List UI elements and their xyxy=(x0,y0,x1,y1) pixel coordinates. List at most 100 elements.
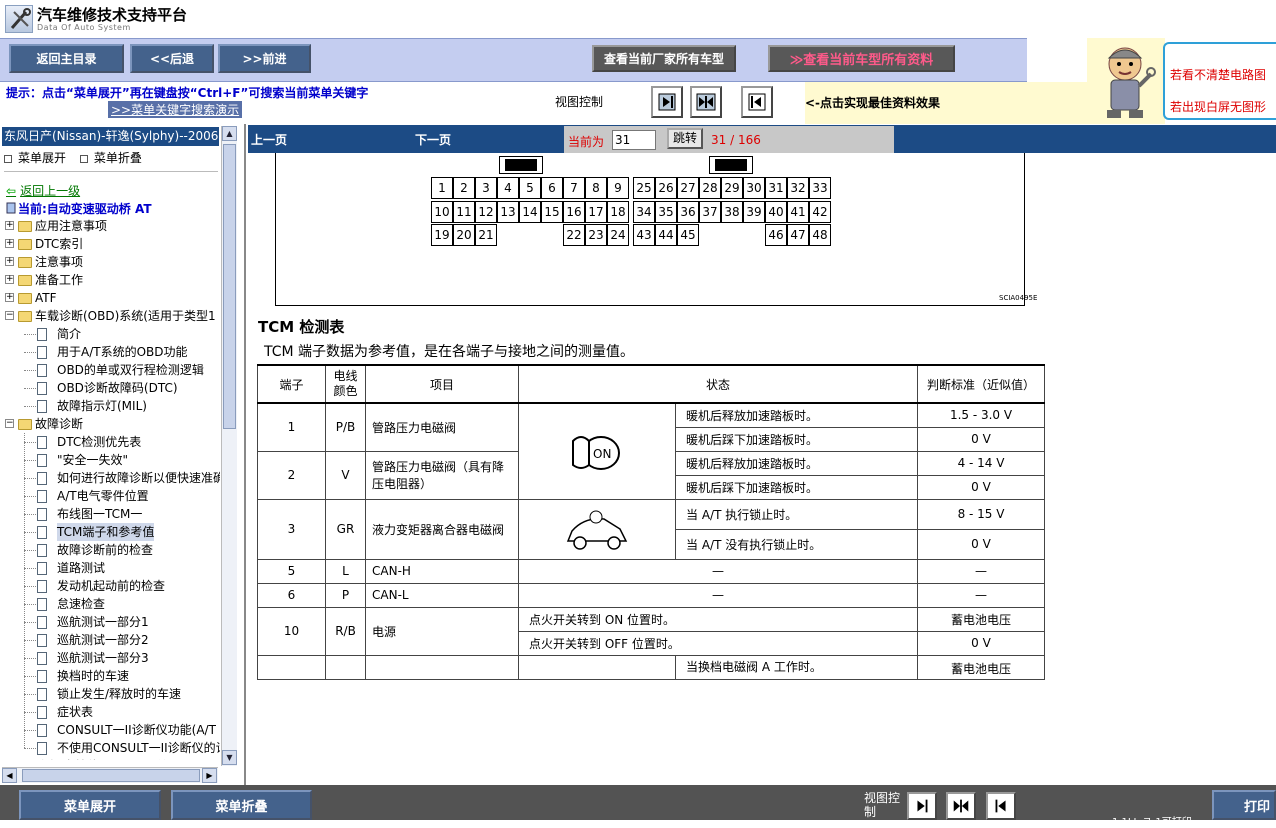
maker-models-button[interactable]: 查看当前厂家所有车型 xyxy=(592,45,736,72)
connector-pin: 46 xyxy=(765,224,787,246)
tree-item[interactable]: 换档时的车速 xyxy=(37,667,220,685)
fit-both-button[interactable] xyxy=(690,86,722,118)
menu-expand-link[interactable]: 菜单展开 xyxy=(18,151,66,165)
tree-folder[interactable]: + 注意事项 xyxy=(5,253,220,271)
all-info-button[interactable]: ≫查看当前车型所有资料 xyxy=(768,45,955,72)
prev-page-link[interactable]: 上一页 xyxy=(251,131,287,148)
print-button[interactable]: 打印 xyxy=(1212,790,1276,820)
bottom-view-label: 视图控制 xyxy=(864,791,901,819)
tree-item[interactable]: 锁止发生/释放时的车速 xyxy=(37,685,220,703)
jump-button[interactable]: 跳转 xyxy=(667,128,703,149)
connector-pin: 23 xyxy=(585,224,607,246)
col-standard: 判断标准（近似值） xyxy=(917,364,1046,404)
tree-item[interactable]: OBD的单或双行程检测逻辑 xyxy=(37,361,220,379)
scroll-up-icon[interactable]: ▲ xyxy=(222,126,237,141)
connector-pin: 25 xyxy=(633,177,655,199)
home-button[interactable]: 返回主目录 xyxy=(9,44,124,73)
tree-item[interactable]: 不使用CONSULT一II诊断仪的诊 xyxy=(37,739,220,757)
scroll-right-icon[interactable]: ▶ xyxy=(202,768,217,783)
connector-pin: 33 xyxy=(809,177,831,199)
back-up-link[interactable]: ⇦ 返回上一级 xyxy=(6,182,80,199)
expand-node-icon[interactable]: + xyxy=(5,293,14,302)
connector-pin: 47 xyxy=(787,224,809,246)
tree-item[interactable]: 怠速检查 xyxy=(37,595,220,613)
app-title: 汽车维修技术支持平台 xyxy=(37,6,188,24)
value-cell: — xyxy=(917,582,1046,608)
page-count: 31 / 166 xyxy=(711,133,761,147)
tree-item-label: 巡航测试一部分3 xyxy=(57,651,149,665)
tree-item-label: 车载诊断(OBD)系统(适用于类型1 xyxy=(35,309,216,323)
connector-pin: 27 xyxy=(677,177,699,199)
tree-connector xyxy=(24,406,36,407)
page-input[interactable] xyxy=(612,130,656,150)
condition-cell: 暖机后释放加速踏板时。 xyxy=(674,402,919,428)
tree-folder[interactable]: − 车载诊断(OBD)系统(适用于类型1 xyxy=(5,307,220,325)
expand-node-icon[interactable]: + xyxy=(5,257,14,266)
tree-folder[interactable]: + DTC索引 xyxy=(5,235,220,253)
tree-folder[interactable]: − 故障诊断 xyxy=(5,415,220,433)
tree-folder[interactable]: +驻车/空档位置(PNP)开关 xyxy=(5,757,220,760)
expand-node-icon[interactable]: + xyxy=(5,275,14,284)
tree-item[interactable]: 用于A/T系统的OBD功能 xyxy=(37,343,220,361)
tree-connector xyxy=(24,694,36,695)
tree-folder[interactable]: + ATF xyxy=(5,289,220,307)
document-icon xyxy=(37,364,47,377)
svg-text:ON: ON xyxy=(593,447,611,461)
collapse-node-icon[interactable]: − xyxy=(5,311,14,320)
scroll-thumb[interactable] xyxy=(223,144,236,429)
condition-cell: 点火开关转到 OFF 位置时。 xyxy=(517,630,919,656)
table-row: 10 R/B 电源 点火开关转到 ON 位置时。 蓄电池电压 xyxy=(257,606,1046,656)
tree-item[interactable]: CONSULT一II诊断仪功能(A/T xyxy=(37,721,220,739)
bottom-fit-right-button[interactable] xyxy=(907,792,937,820)
next-page-link[interactable]: 下一页 xyxy=(415,131,451,148)
document-icon xyxy=(37,454,47,467)
tree-item[interactable]: 巡航测试一部分2 xyxy=(37,631,220,649)
condition-cell: 当 A/T 没有执行锁止时。 xyxy=(674,528,919,560)
collapse-node-icon[interactable]: − xyxy=(5,419,14,428)
terminal-cell: 1 xyxy=(257,402,326,452)
tree-item[interactable]: 故障指示灯(MIL) xyxy=(37,397,220,415)
sidebar-horizontal-scrollbar[interactable]: ◀ ▶ xyxy=(2,767,218,783)
tree-item[interactable]: OBD诊断故障码(DTC) xyxy=(37,379,220,397)
tree-item[interactable]: 道路测试 xyxy=(37,559,220,577)
scroll-left-icon[interactable]: ◀ xyxy=(2,768,17,783)
value-cell: 8 - 15 V xyxy=(917,498,1046,530)
tree-connector xyxy=(24,478,36,479)
search-demo-link[interactable]: >>菜单关键字搜索演示 xyxy=(108,101,243,118)
section-title: TCM 检测表 xyxy=(258,318,345,336)
tree-folder[interactable]: + 准备工作 xyxy=(5,271,220,289)
tree-item[interactable]: A/T电气零件位置 xyxy=(37,487,220,505)
back-button[interactable]: <<后退 xyxy=(130,44,214,73)
tree-item[interactable]: 如何进行故障诊断以便快速准确 xyxy=(37,469,220,487)
tree-item[interactable]: TCM端子和参考值 xyxy=(37,523,220,541)
tree-item[interactable]: 发动机起动前的检查 xyxy=(37,577,220,595)
menu-collapse-link[interactable]: 菜单折叠 xyxy=(94,151,142,165)
tree-item[interactable]: 症状表 xyxy=(37,703,220,721)
scroll-h-thumb[interactable] xyxy=(22,769,200,782)
tree-item[interactable]: 布线图一TCM一 xyxy=(37,505,220,523)
bottom-fit-both-button[interactable] xyxy=(946,792,976,820)
connector-pin: 40 xyxy=(765,201,787,223)
bottom-collapse-button[interactable]: 菜单折叠 xyxy=(171,790,312,820)
expand-node-icon[interactable]: + xyxy=(5,221,14,230)
fit-right-button[interactable] xyxy=(651,86,683,118)
fit-left-button[interactable] xyxy=(741,86,773,118)
tree-item[interactable]: 巡航测试一部分1 xyxy=(37,613,220,631)
bottom-expand-button[interactable]: 菜单展开 xyxy=(19,790,161,820)
tree-item[interactable]: 故障诊断前的检查 xyxy=(37,541,220,559)
search-tip: 提示：点击“菜单展开”再在键盘按“Ctrl+F”可搜索当前菜单关键字 xyxy=(6,86,369,100)
tree-item[interactable]: "安全一失效" xyxy=(37,451,220,469)
tree-item[interactable]: DTC检测优先表 xyxy=(37,433,220,451)
document-icon xyxy=(37,688,47,701)
tree-connector xyxy=(24,748,36,749)
scroll-down-icon[interactable]: ▼ xyxy=(222,750,237,765)
expand-node-icon[interactable]: + xyxy=(5,239,14,248)
tree-item[interactable]: 巡航测试一部分3 xyxy=(37,649,220,667)
forward-button[interactable]: >>前进 xyxy=(218,44,311,73)
tree-folder[interactable]: + 应用注意事项 xyxy=(5,217,220,235)
tree-connector xyxy=(24,640,36,641)
tree-item[interactable]: 简介 xyxy=(37,325,220,343)
bottom-fit-left-button[interactable] xyxy=(986,792,1016,820)
sidebar-vertical-scrollbar[interactable]: ▲ ▼ xyxy=(221,126,237,766)
connector-pin: 18 xyxy=(607,201,629,223)
